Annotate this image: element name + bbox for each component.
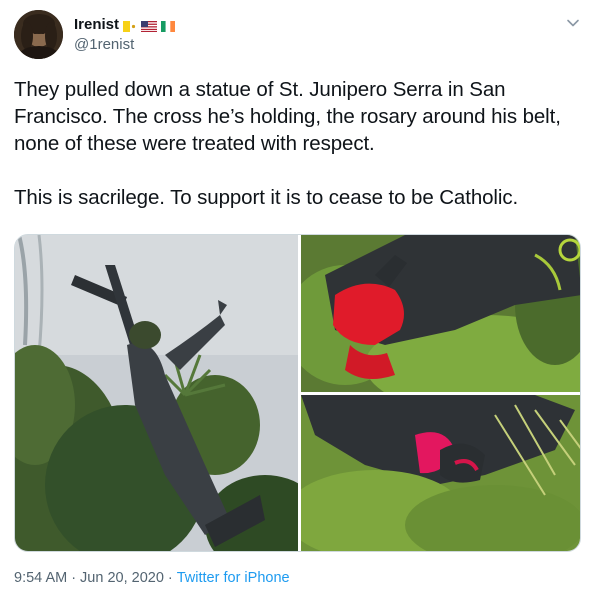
statue-hands-red-paint-photo[interactable] bbox=[285, 235, 581, 415]
media-grid bbox=[14, 234, 581, 552]
tweet-card: Irenist @1renist They pulled down a stat… bbox=[0, 0, 594, 599]
tweet-date[interactable]: Jun 20, 2020 bbox=[80, 570, 164, 586]
meta-separator: · bbox=[167, 570, 173, 586]
ireland-flag-icon bbox=[161, 19, 176, 32]
us-flag-icon bbox=[141, 19, 158, 32]
tweet-meta: 9:54 AM · Jun 20, 2020 · Twitter for iPh… bbox=[14, 570, 290, 586]
tweet-text: They pulled down a statue of St. Juniper… bbox=[14, 78, 561, 209]
vatican-flag-icon bbox=[123, 19, 138, 32]
author-handle[interactable]: @1renist bbox=[74, 36, 134, 53]
author-name-row[interactable]: Irenist bbox=[74, 14, 176, 34]
statue-falling-photo[interactable] bbox=[15, 235, 325, 552]
tweet-time[interactable]: 9:54 AM bbox=[14, 570, 67, 586]
chevron-down-icon[interactable] bbox=[566, 16, 580, 30]
meta-separator: · bbox=[71, 570, 77, 586]
statue-feet-red-paint-photo[interactable] bbox=[285, 395, 581, 552]
tweet-source-link[interactable]: Twitter for iPhone bbox=[177, 570, 290, 586]
avatar[interactable] bbox=[14, 10, 63, 59]
display-name[interactable]: Irenist bbox=[74, 16, 119, 33]
